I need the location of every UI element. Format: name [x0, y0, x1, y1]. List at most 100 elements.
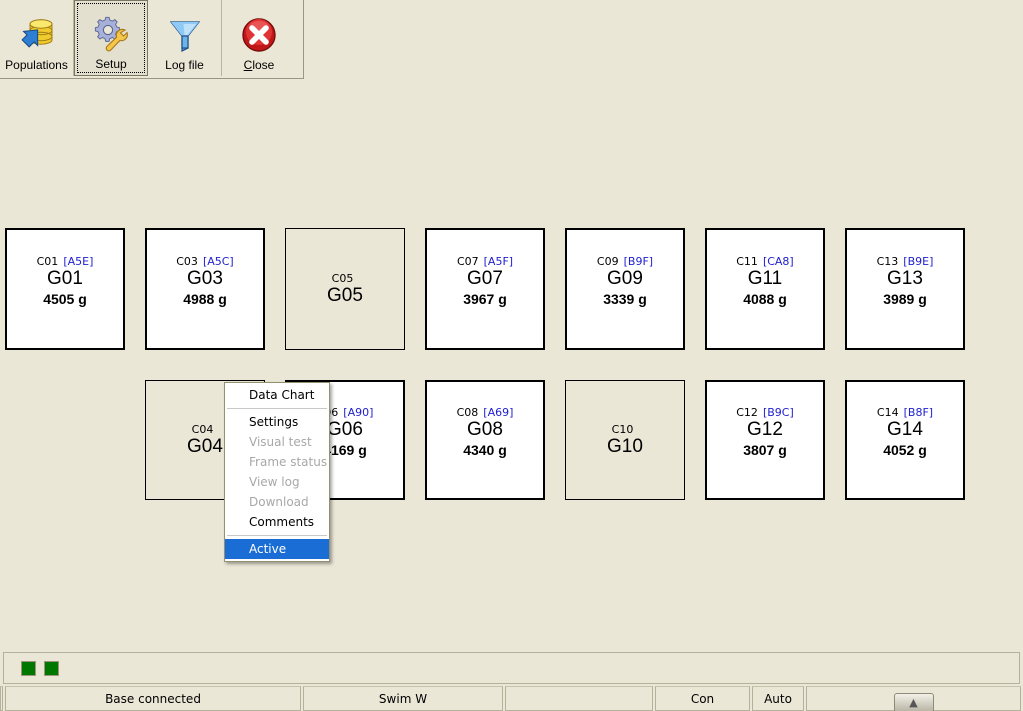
- cell-weight: 4505 g: [43, 290, 87, 307]
- cell-hex-id: [A5C]: [202, 254, 234, 268]
- toolbar-button-populations[interactable]: Populations: [0, 0, 74, 76]
- toolbar-button-populations-label: Populations: [5, 58, 68, 72]
- cell-channel: C10: [611, 422, 634, 436]
- cell-channel: C11: [736, 254, 758, 268]
- cell-hex-id: [A5E]: [63, 254, 94, 268]
- cell-c01[interactable]: C01 [A5E] G01 4505 g: [5, 228, 125, 350]
- toolbar-button-close[interactable]: Close: [222, 0, 296, 76]
- cell-id: G05: [327, 284, 363, 306]
- cell-c12[interactable]: C12 [B9C] G12 3807 g: [705, 380, 825, 500]
- menu-item-settings[interactable]: Settings: [225, 412, 329, 432]
- cell-id: G10: [607, 435, 643, 457]
- cell-header: C10: [612, 423, 639, 436]
- cell-header: C03 [A5C]: [176, 255, 233, 268]
- toolbar-button-setup-label: Setup: [95, 57, 127, 71]
- cell-c08[interactable]: C08 [A69] G08 4340 g: [425, 380, 545, 500]
- status-bar: Base connected Swim W Con Auto ▲: [0, 686, 1023, 711]
- status-led-1: [21, 660, 36, 676]
- cell-hex-id: [A69]: [483, 405, 514, 419]
- menu-item-frame-status: Frame status: [249, 455, 328, 469]
- status-panel-base-connected: Base connected: [5, 686, 301, 711]
- cell-c09[interactable]: C09 [B9F] G09 3339 g: [565, 228, 685, 350]
- toolbar-button-log-file-label: Log file: [165, 58, 204, 72]
- cell-id: G03: [187, 267, 223, 289]
- menu-item-comments[interactable]: Comments: [225, 512, 329, 532]
- cell-weight: 4088 g: [743, 290, 787, 307]
- cell-id: G12: [747, 418, 783, 440]
- status-panel-swim: Swim W: [303, 686, 503, 711]
- cell-hex-id: [B9E]: [903, 254, 934, 268]
- cell-header: C05: [332, 272, 359, 285]
- cell-hex-id: [B9F]: [623, 254, 654, 268]
- cell-header: C14 [B8F]: [877, 406, 933, 419]
- status-panel-blank-left: [0, 686, 3, 711]
- database-arrow-icon: [17, 15, 57, 55]
- indicator-bar: [3, 652, 1020, 684]
- menu-item-active[interactable]: Active: [225, 539, 329, 559]
- cell-id: G09: [607, 267, 643, 289]
- cell-c05[interactable]: C05 G05: [285, 228, 405, 350]
- cell-channel: C14: [876, 405, 899, 419]
- toolbar-button-setup[interactable]: Setup: [74, 0, 148, 76]
- cell-c03[interactable]: C03 [A5C] G03 4988 g: [145, 228, 265, 350]
- cell-c13[interactable]: C13 [B9E] G13 3989 g: [845, 228, 965, 350]
- cell-weight: 4988 g: [183, 290, 227, 307]
- cell-header: C07 [A5F]: [457, 255, 513, 268]
- cell-id: G14: [887, 418, 923, 440]
- cell-weight: 3989 g: [883, 290, 927, 307]
- toolbar-button-close-label: Close: [244, 59, 275, 72]
- cell-hex-id: [B8F]: [903, 405, 934, 419]
- toolbar-button-log-file[interactable]: Log file: [148, 0, 222, 76]
- cell-header: C08 [A69]: [457, 406, 514, 419]
- cell-weight: 3967 g: [463, 290, 507, 307]
- status-panel-blank-middle: [505, 686, 653, 711]
- cell-hex-id: [B9C]: [762, 405, 794, 419]
- cell-header: C12 [B9C]: [736, 406, 794, 419]
- cell-hex-id: [A90]: [343, 405, 374, 419]
- cell-channel: C04: [191, 422, 214, 436]
- main-toolbar: Populations Setup Log file Close: [0, 0, 304, 79]
- cell-header: C09 [B9F]: [597, 255, 653, 268]
- cell-header: C04: [192, 423, 219, 436]
- gear-wrench-icon: [91, 14, 131, 54]
- menu-item-visual-test: Visual test: [249, 435, 312, 449]
- cell-context-menu: Data Chart Settings Visual test Frame st…: [224, 382, 330, 562]
- close-label-rest: lose: [252, 58, 275, 72]
- menu-separator: [227, 408, 327, 409]
- cell-channel: C07: [456, 254, 479, 268]
- cell-id: G08: [467, 418, 503, 440]
- cell-id: G11: [747, 267, 783, 289]
- cell-id: G01: [47, 267, 83, 289]
- menu-item-download: Download: [249, 495, 309, 509]
- cell-channel: C09: [596, 254, 619, 268]
- cell-header: C01 [A5E]: [37, 255, 94, 268]
- chevron-up-icon[interactable]: ▲: [893, 693, 934, 711]
- cell-id: G06: [327, 418, 363, 440]
- cell-id: G13: [887, 267, 923, 289]
- cell-id: G04: [187, 435, 223, 457]
- cell-weight: 3339 g: [603, 290, 647, 307]
- status-panel-expand: ▲: [806, 686, 1021, 711]
- cell-channel: C05: [331, 271, 354, 285]
- cell-c07[interactable]: C07 [A5F] G07 3967 g: [425, 228, 545, 350]
- cell-channel: C13: [876, 254, 899, 268]
- cell-weight: 3807 g: [743, 441, 787, 458]
- status-panel-con: Con: [655, 686, 750, 711]
- menu-item-data-chart[interactable]: Data Chart: [225, 385, 329, 405]
- cell-channel: C08: [456, 405, 479, 419]
- cell-c10[interactable]: C10 G10: [565, 380, 685, 500]
- cell-hex-id: [A5F]: [483, 254, 514, 268]
- cell-channel: C01: [36, 254, 59, 268]
- menu-item-view-log: View log: [249, 475, 300, 489]
- cell-hex-id: [CA8]: [762, 254, 794, 268]
- cell-channel: C12: [736, 405, 758, 419]
- red-circle-x-icon: [239, 15, 279, 55]
- cell-weight: 4052 g: [883, 441, 927, 458]
- cell-c14[interactable]: C14 [B8F] G14 4052 g: [845, 380, 965, 500]
- cell-grid: C01 [A5E] G01 4505 g C03 [A5C] G03 4988 g …: [0, 0, 1023, 645]
- funnel-icon: [165, 15, 205, 55]
- status-led-2: [44, 660, 59, 676]
- cell-c11[interactable]: C11 [CA8] G11 4088 g: [705, 228, 825, 350]
- menu-separator: [227, 535, 327, 536]
- cell-header: C13 [B9E]: [877, 255, 934, 268]
